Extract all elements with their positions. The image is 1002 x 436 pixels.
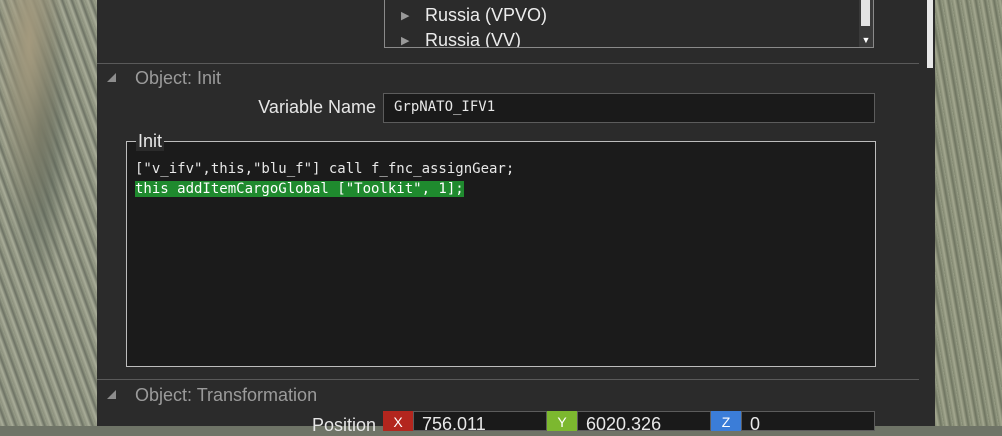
section-divider <box>97 379 919 380</box>
collapse-arrow-icon[interactable] <box>107 390 116 399</box>
variable-name-label: Variable Name <box>258 97 376 117</box>
variable-name-input[interactable]: GrpNATO_IFV1 <box>383 93 875 123</box>
list-item-label: Russia (VPVO) <box>425 5 548 25</box>
z-axis-badge: Z <box>711 411 741 431</box>
x-axis-badge: X <box>383 411 413 431</box>
list-item-label: Russia (VV) <box>425 30 522 48</box>
code-line: ["v_ifv",this,"blu_f"] call f_fnc_assign… <box>135 161 515 177</box>
init-label: Init <box>136 131 165 151</box>
expand-arrow-icon[interactable]: ▶ <box>401 29 411 47</box>
init-code-text[interactable]: ["v_ifv",this,"blu_f"] call f_fnc_assign… <box>135 159 865 199</box>
expand-arrow-icon[interactable]: ▶ <box>401 4 411 28</box>
y-axis-badge: Y <box>547 411 577 431</box>
section-header-init[interactable]: Object: Init <box>97 64 919 94</box>
terrain-background-right <box>935 0 1002 426</box>
list-item[interactable]: ▶ Russia (VV) <box>401 28 522 48</box>
faction-tree-list[interactable]: ▶ Russia (VPVO) ▶ Russia (VV) ▼ <box>384 0 874 48</box>
section-title: Object: Transformation <box>135 385 318 405</box>
collapse-arrow-icon[interactable] <box>107 73 116 82</box>
section-title: Object: Init <box>135 68 222 88</box>
list-scrollbar-thumb[interactable] <box>861 0 870 26</box>
scroll-down-arrow-icon[interactable]: ▼ <box>860 34 872 46</box>
position-y-input[interactable]: 6020.326 <box>577 411 711 431</box>
list-scrollbar[interactable]: ▼ <box>859 0 873 47</box>
position-z-input[interactable]: 0 <box>741 411 875 431</box>
terrain-background-left <box>0 0 97 426</box>
code-line-selected: this addItemCargoGlobal ["Toolkit", 1]; <box>135 181 464 197</box>
panel-scrollbar-thumb[interactable] <box>927 0 933 68</box>
list-item[interactable]: ▶ Russia (VPVO) <box>401 3 547 27</box>
position-x-input[interactable]: 756.011 <box>413 411 547 431</box>
section-header-transformation[interactable]: Object: Transformation <box>97 381 919 411</box>
